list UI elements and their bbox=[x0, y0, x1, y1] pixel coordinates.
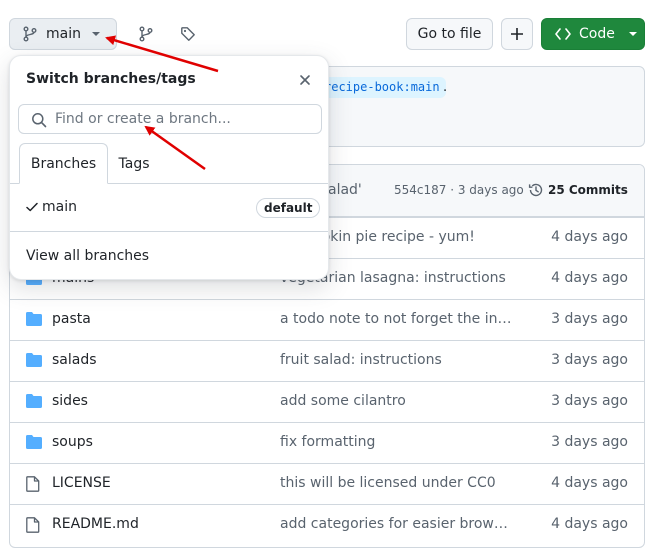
table-row[interactable]: soups fix formatting 3 days ago bbox=[10, 422, 644, 463]
commits-count: 25 Commits bbox=[548, 183, 628, 197]
file-name[interactable]: LICENSE bbox=[52, 475, 111, 491]
file-commit-date: 4 days ago bbox=[551, 229, 628, 245]
table-row[interactable]: LICENSE this will be licensed under CC0 … bbox=[10, 463, 644, 504]
fork-source-link[interactable]: recipe-book:main bbox=[318, 77, 446, 98]
tag-icon bbox=[180, 26, 196, 42]
history-icon bbox=[528, 182, 544, 198]
add-file-button[interactable] bbox=[501, 18, 533, 50]
code-button-label: Code bbox=[579, 26, 615, 42]
branch-name: main bbox=[42, 199, 77, 215]
file-commit-date: 3 days ago bbox=[551, 311, 628, 327]
default-badge: default bbox=[256, 198, 321, 218]
branch-selector-label: main bbox=[46, 26, 81, 42]
go-to-file-label: Go to file bbox=[417, 26, 482, 42]
file-commit-date: 3 days ago bbox=[551, 434, 628, 450]
branch-selector-button[interactable]: main bbox=[9, 18, 117, 50]
tab-branches[interactable]: Branches bbox=[19, 143, 108, 184]
file-icon bbox=[26, 517, 40, 537]
file-commit-message[interactable]: fix formatting bbox=[280, 434, 512, 450]
code-button[interactable]: Code bbox=[541, 18, 645, 50]
file-commit-date: 4 days ago bbox=[551, 516, 628, 532]
file-name[interactable]: README.md bbox=[52, 516, 139, 532]
branch-search-input[interactable] bbox=[55, 109, 315, 129]
file-name[interactable]: soups bbox=[52, 434, 93, 450]
caret-down-icon bbox=[628, 31, 638, 37]
table-row[interactable]: sides add some cilantro 3 days ago bbox=[10, 381, 644, 422]
tab-tags[interactable]: Tags bbox=[108, 143, 160, 184]
commits-link[interactable]: 25 Commits bbox=[528, 182, 628, 198]
branch-list-item[interactable]: main default bbox=[10, 184, 328, 232]
folder-icon bbox=[26, 353, 42, 371]
check-icon bbox=[26, 202, 38, 212]
folder-icon bbox=[26, 394, 42, 412]
file-commit-date: 4 days ago bbox=[551, 475, 628, 491]
file-name[interactable]: sides bbox=[52, 393, 88, 409]
code-icon bbox=[555, 28, 571, 40]
dropdown-title: Switch branches/tags bbox=[26, 71, 196, 87]
file-commit-date: 3 days ago bbox=[551, 393, 628, 409]
close-icon[interactable] bbox=[296, 71, 314, 89]
branches-link[interactable] bbox=[136, 21, 156, 47]
file-commit-message[interactable]: add some cilantro bbox=[280, 393, 512, 409]
fork-notice-period: . bbox=[443, 80, 448, 95]
file-commit-message[interactable]: fruit salad: instructions bbox=[280, 352, 512, 368]
file-commit-message[interactable]: add categories for easier browsing bbox=[280, 516, 512, 532]
file-icon bbox=[26, 476, 40, 496]
file-commit-date: 3 days ago bbox=[551, 352, 628, 368]
folder-icon bbox=[26, 435, 42, 453]
tags-link[interactable] bbox=[178, 21, 198, 47]
go-to-file-button[interactable]: Go to file bbox=[406, 18, 493, 50]
file-commit-date: 4 days ago bbox=[551, 270, 628, 286]
view-all-branches-link[interactable]: View all branches bbox=[26, 248, 149, 264]
file-commit-message[interactable]: this will be licensed under CC0 bbox=[280, 475, 512, 491]
caret-down-icon bbox=[91, 31, 101, 37]
file-commit-message[interactable]: a todo note to not forget the inst… bbox=[280, 311, 512, 327]
latest-commit-meta[interactable]: 554c187 · 3 days ago bbox=[394, 183, 524, 197]
git-branch-icon bbox=[22, 26, 38, 42]
table-row[interactable]: pasta a todo note to not forget the inst… bbox=[10, 299, 644, 340]
search-icon bbox=[31, 112, 47, 128]
branch-switcher-dropdown: Switch branches/tags Branches Tags main … bbox=[9, 55, 329, 280]
file-name[interactable]: pasta bbox=[52, 311, 91, 327]
file-name[interactable]: salads bbox=[52, 352, 97, 368]
table-row[interactable]: README.md add categories for easier brow… bbox=[10, 504, 644, 545]
git-branch-icon bbox=[138, 26, 154, 42]
dropdown-tabs: Branches Tags bbox=[10, 143, 328, 184]
folder-icon bbox=[26, 312, 42, 330]
branch-search-field[interactable] bbox=[18, 104, 322, 134]
latest-commit-message[interactable]: alad' bbox=[328, 182, 362, 198]
table-row[interactable]: salads fruit salad: instructions 3 days … bbox=[10, 340, 644, 381]
plus-icon bbox=[510, 27, 524, 41]
